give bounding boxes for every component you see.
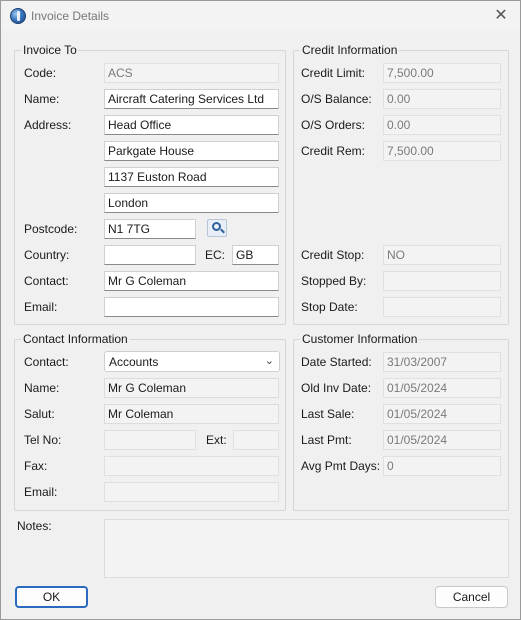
postcode-label: Postcode: — [24, 222, 78, 236]
last-sale-field: 01/05/2024 — [383, 404, 501, 424]
contact-email-label: Email: — [24, 485, 58, 499]
ec-label: EC: — [205, 248, 226, 262]
old-inv-date-label: Old Inv Date: — [301, 381, 372, 395]
tel-label: Tel No: — [24, 433, 62, 447]
credit-limit-field: 7,500.00 — [383, 63, 501, 83]
ok-button[interactable]: OK — [15, 586, 88, 608]
invoice-details-dialog: Invoice Details ✕ Invoice To Code: ACS N… — [0, 0, 521, 620]
contact-select-value: Accounts — [109, 355, 159, 369]
window-title: Invoice Details — [31, 9, 110, 23]
credit-rem-field: 7,500.00 — [383, 141, 501, 161]
customer-info-legend: Customer Information — [300, 332, 420, 346]
code-label: Code: — [24, 66, 57, 80]
last-pmt-field: 01/05/2024 — [383, 430, 501, 450]
title-bar: Invoice Details ✕ — [1, 1, 520, 31]
postcode-search-button[interactable] — [207, 219, 227, 237]
notes-label: Notes: — [17, 519, 52, 533]
stop-date-label: Stop Date: — [301, 300, 358, 314]
contact-name-field: Mr G Coleman — [104, 378, 279, 398]
notes-field[interactable] — [104, 519, 509, 578]
name-label: Name: — [24, 92, 60, 106]
last-pmt-label: Last Pmt: — [301, 433, 352, 447]
last-sale-label: Last Sale: — [301, 407, 355, 421]
os-balance-label: O/S Balance: — [301, 92, 372, 106]
date-started-field: 31/03/2007 — [383, 352, 501, 372]
old-inv-date-field: 01/05/2024 — [383, 378, 501, 398]
address-line-2-field[interactable]: Parkgate House — [104, 141, 279, 161]
address-line-4-field[interactable]: London — [104, 193, 279, 213]
name-field[interactable]: Aircraft Catering Services Ltd — [104, 89, 279, 109]
credit-info-legend: Credit Information — [300, 43, 400, 57]
tel-field — [104, 430, 196, 450]
credit-stop-label: Credit Stop: — [301, 248, 365, 262]
close-icon[interactable]: ✕ — [490, 6, 512, 26]
country-label: Country: — [24, 248, 70, 262]
avg-pmt-days-label: Avg Pmt Days: — [301, 459, 381, 473]
date-started-label: Date Started: — [301, 355, 372, 369]
avg-pmt-days-field: 0 — [383, 456, 501, 476]
ext-label: Ext: — [206, 433, 227, 447]
email-label: Email: — [24, 300, 58, 314]
credit-limit-label: Credit Limit: — [301, 66, 366, 80]
fax-field — [104, 456, 279, 476]
address-line-1-field[interactable]: Head Office — [104, 115, 279, 135]
stop-date-field — [383, 297, 501, 317]
salut-label: Salut: — [24, 407, 55, 421]
credit-rem-label: Credit Rem: — [301, 144, 366, 158]
contact-info-legend: Contact Information — [21, 332, 130, 346]
contact-field[interactable]: Mr G Coleman — [104, 271, 279, 291]
contact-label: Contact: — [24, 274, 69, 288]
os-balance-field: 0.00 — [383, 89, 501, 109]
os-orders-label: O/S Orders: — [301, 118, 366, 132]
code-field: ACS — [104, 63, 279, 83]
fax-label: Fax: — [24, 459, 48, 473]
ec-field[interactable]: GB — [232, 245, 279, 265]
postcode-field[interactable]: N1 7TG — [104, 219, 196, 239]
cancel-button[interactable]: Cancel — [435, 586, 508, 608]
stopped-by-label: Stopped By: — [301, 274, 367, 288]
stopped-by-field — [383, 271, 501, 291]
contact-email-field — [104, 482, 279, 502]
email-field[interactable] — [104, 297, 279, 317]
contact-select[interactable]: Accounts ⌄ — [104, 351, 280, 372]
address-line-3-field[interactable]: 1137 Euston Road — [104, 167, 279, 187]
invoice-to-legend: Invoice To — [21, 43, 79, 57]
credit-stop-field: NO — [383, 245, 501, 265]
chevron-down-icon: ⌄ — [264, 355, 274, 367]
os-orders-field: 0.00 — [383, 115, 501, 135]
address-label: Address: — [24, 118, 72, 132]
contact-select-label: Contact: — [24, 355, 69, 369]
salut-field: Mr Coleman — [104, 404, 279, 424]
contact-name-label: Name: — [24, 381, 60, 395]
country-field[interactable] — [104, 245, 196, 265]
ext-field — [233, 430, 279, 450]
app-icon — [10, 8, 26, 24]
